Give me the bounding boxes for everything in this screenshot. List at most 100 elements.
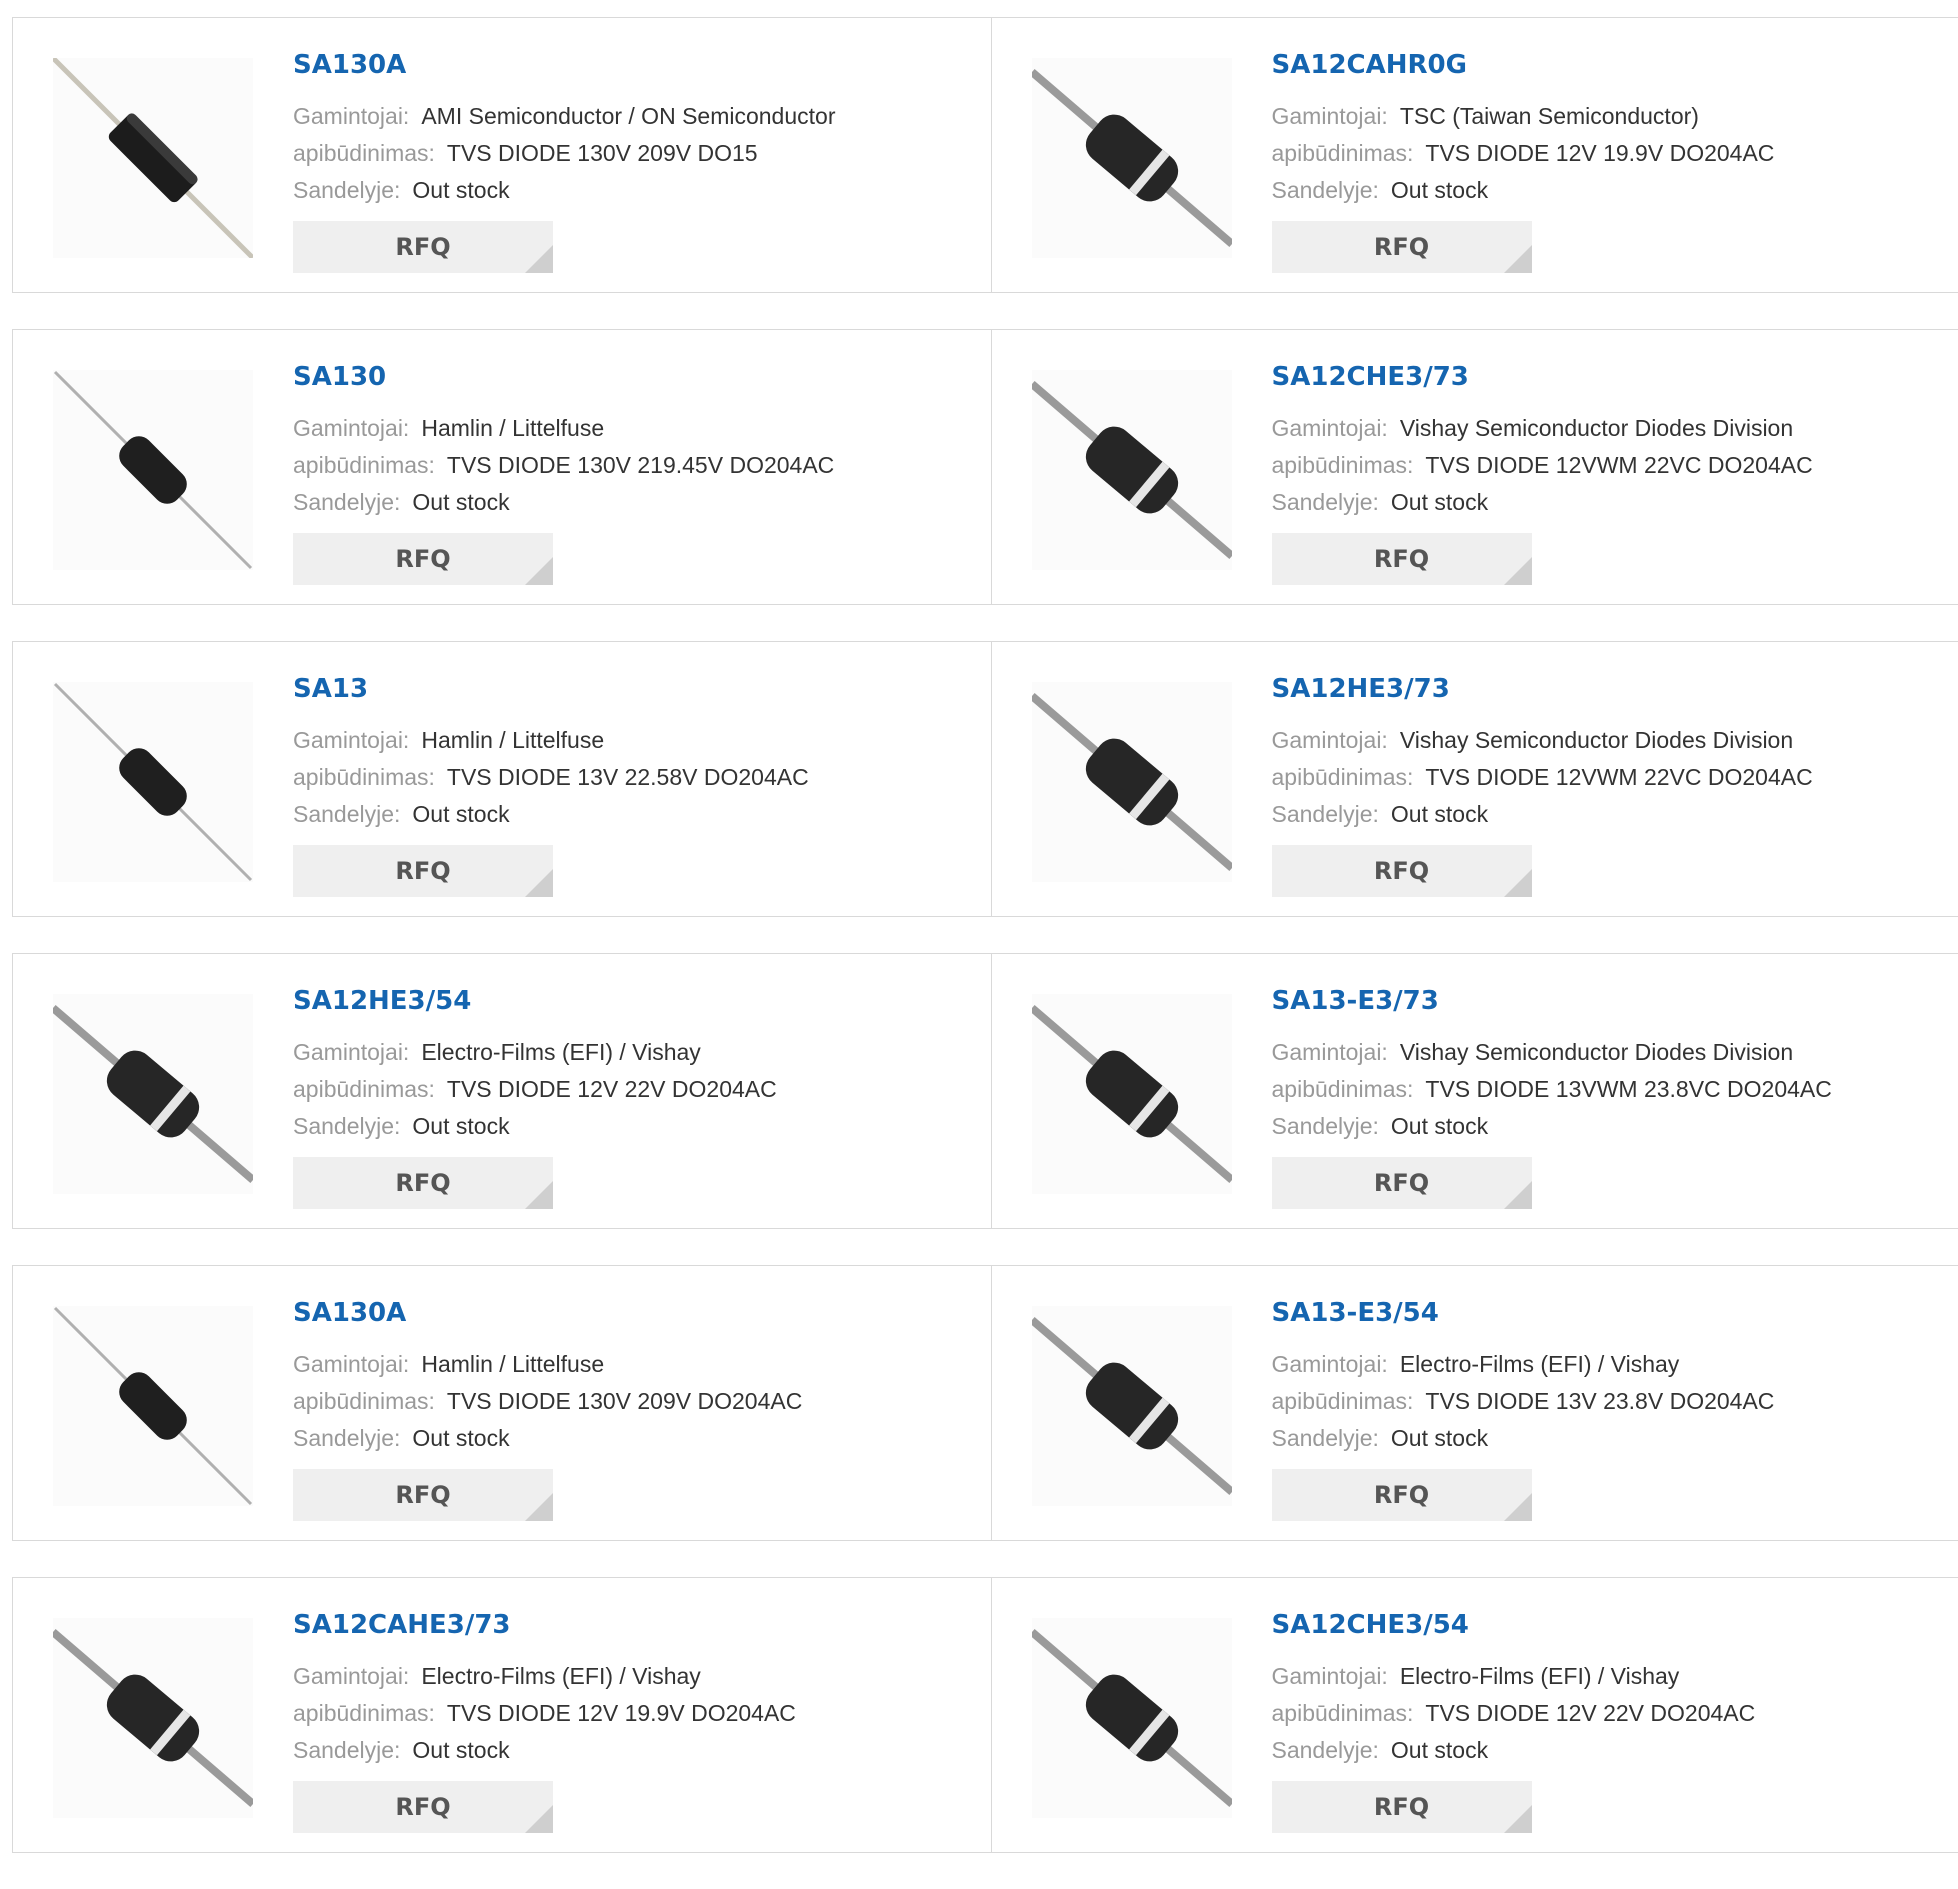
manufacturer-label: Gamintojai:	[1272, 415, 1388, 441]
manufacturer-value: Hamlin / Littelfuse	[421, 415, 604, 441]
part-number-link[interactable]: SA13-E3/54	[1272, 1296, 1775, 1330]
part-number-link[interactable]: SA12HE3/73	[1272, 672, 1813, 706]
manufacturer-value: Vishay Semiconductor Diodes Division	[1400, 1039, 1793, 1065]
rfq-button[interactable]: RFQ	[1272, 845, 1532, 897]
diode-band-icon[interactable]	[1032, 1618, 1232, 1818]
description-label: apibūdinimas:	[1272, 140, 1414, 166]
rfq-button[interactable]: RFQ	[293, 1469, 553, 1521]
diode-thin-icon[interactable]	[53, 370, 253, 570]
rfq-label: RFQ	[395, 1169, 450, 1197]
manufacturer-label: Gamintojai:	[293, 1039, 409, 1065]
description-label: apibūdinimas:	[293, 764, 435, 790]
part-number-link[interactable]: SA130A	[293, 48, 836, 82]
description-value: TVS DIODE 130V 209V DO204AC	[447, 1388, 802, 1414]
rfq-button[interactable]: RFQ	[293, 221, 553, 273]
rfq-button[interactable]: RFQ	[1272, 221, 1532, 273]
rfq-button[interactable]: RFQ	[1272, 1157, 1532, 1209]
description-value: TVS DIODE 12V 19.9V DO204AC	[447, 1700, 796, 1726]
rfq-button[interactable]: RFQ	[293, 1157, 553, 1209]
part-number-link[interactable]: SA12HE3/54	[293, 984, 777, 1018]
part-number-link[interactable]: SA130	[293, 360, 834, 394]
corner-triangle-icon	[525, 1493, 553, 1521]
rfq-button[interactable]: RFQ	[293, 845, 553, 897]
part-number-link[interactable]: SA13-E3/73	[1272, 984, 1832, 1018]
rfq-button[interactable]: RFQ	[293, 533, 553, 585]
description-value: TVS DIODE 13V 22.58V DO204AC	[447, 764, 809, 790]
manufacturer-value: TSC (Taiwan Semiconductor)	[1400, 103, 1699, 129]
description-label: apibūdinimas:	[293, 140, 435, 166]
rfq-label: RFQ	[395, 233, 450, 261]
product-card: SA12CAHR0G Gamintojai: TSC (Taiwan Semico…	[991, 18, 1958, 292]
stock-label: Sandelyje:	[1272, 1425, 1379, 1451]
product-grid: SA130A Gamintojai: AMI Semiconductor / ON…	[12, 17, 1958, 1889]
stock-value: Out stock	[1391, 801, 1488, 827]
stock-label: Sandelyje:	[1272, 1113, 1379, 1139]
diode-black-thin-icon[interactable]	[53, 58, 253, 258]
diode-band-icon[interactable]	[1032, 1306, 1232, 1506]
stock-label: Sandelyje:	[1272, 177, 1379, 203]
manufacturer-label: Gamintojai:	[293, 103, 409, 129]
part-number-link[interactable]: SA12CAHE3/73	[293, 1608, 796, 1642]
manufacturer-value: Hamlin / Littelfuse	[421, 1351, 604, 1377]
manufacturer-label: Gamintojai:	[1272, 1351, 1388, 1377]
manufacturer-value: Electro-Films (EFI) / Vishay	[421, 1039, 700, 1065]
rfq-button[interactable]: RFQ	[1272, 533, 1532, 585]
part-number-link[interactable]: SA130A	[293, 1296, 802, 1330]
manufacturer-value: Hamlin / Littelfuse	[421, 727, 604, 753]
product-card: SA130A Gamintojai: AMI Semiconductor / ON…	[13, 18, 991, 292]
diode-band-icon[interactable]	[1032, 58, 1232, 258]
rfq-button[interactable]: RFQ	[1272, 1469, 1532, 1521]
description-label: apibūdinimas:	[1272, 1388, 1414, 1414]
rfq-label: RFQ	[1374, 1481, 1429, 1509]
part-number-link[interactable]: SA12CHE3/54	[1272, 1608, 1756, 1642]
description-value: TVS DIODE 12VWM 22VC DO204AC	[1425, 764, 1812, 790]
stock-label: Sandelyje:	[293, 1425, 400, 1451]
corner-triangle-icon	[1504, 1805, 1532, 1833]
manufacturer-value: AMI Semiconductor / ON Semiconductor	[421, 103, 835, 129]
diode-thin-icon[interactable]	[53, 682, 253, 882]
diode-band-icon[interactable]	[1032, 370, 1232, 570]
stock-value: Out stock	[1391, 177, 1488, 203]
manufacturer-label: Gamintojai:	[1272, 1663, 1388, 1689]
description-value: TVS DIODE 130V 209V DO15	[447, 140, 758, 166]
part-number-link[interactable]: SA12CHE3/73	[1272, 360, 1813, 394]
description-value: TVS DIODE 12V 22V DO204AC	[1425, 1700, 1755, 1726]
product-row: SA130 Gamintojai:Hamlin / Littelfuse api…	[12, 329, 1958, 605]
rfq-button[interactable]: RFQ	[293, 1781, 553, 1833]
rfq-label: RFQ	[1374, 1793, 1429, 1821]
part-number-link[interactable]: SA12CAHR0G	[1272, 48, 1775, 82]
corner-triangle-icon	[1504, 1181, 1532, 1209]
diode-band-icon[interactable]	[1032, 994, 1232, 1194]
product-card: SA130A Gamintojai:Hamlin / Littelfuse ap…	[13, 1266, 991, 1540]
rfq-button[interactable]: RFQ	[1272, 1781, 1532, 1833]
product-card: SA12HE3/73 Gamintojai:Vishay Semiconduct…	[991, 642, 1958, 916]
description-label: apibūdinimas:	[1272, 764, 1414, 790]
description-value: TVS DIODE 12V 22V DO204AC	[447, 1076, 777, 1102]
diode-band-icon[interactable]	[53, 994, 253, 1194]
manufacturer-label: Gamintojai:	[293, 727, 409, 753]
manufacturer-label: Gamintojai:	[1272, 727, 1388, 753]
rfq-label: RFQ	[1374, 545, 1429, 573]
manufacturer-label: Gamintojai:	[293, 1663, 409, 1689]
rfq-label: RFQ	[1374, 233, 1429, 261]
manufacturer-label: Gamintojai:	[1272, 103, 1388, 129]
stock-value: Out stock	[412, 801, 509, 827]
manufacturer-value: Electro-Films (EFI) / Vishay	[421, 1663, 700, 1689]
product-card: SA12CHE3/54 Gamintojai:Electro-Films (EF…	[991, 1578, 1958, 1852]
description-value: TVS DIODE 13V 23.8V DO204AC	[1425, 1388, 1774, 1414]
product-row: SA130A Gamintojai: AMI Semiconductor / ON…	[12, 17, 1958, 293]
diode-band-icon[interactable]	[53, 1618, 253, 1818]
description-value: TVS DIODE 130V 219.45V DO204AC	[447, 452, 834, 478]
product-row: SA12HE3/54 Gamintojai: Electro-Films (EFI…	[12, 953, 1958, 1229]
product-card: SA12CHE3/73 Gamintojai:Vishay Semiconduc…	[991, 330, 1958, 604]
stock-label: Sandelyje:	[293, 489, 400, 515]
description-label: apibūdinimas:	[1272, 1076, 1414, 1102]
product-card: SA12HE3/54 Gamintojai: Electro-Films (EFI…	[13, 954, 991, 1228]
stock-value: Out stock	[1391, 1425, 1488, 1451]
part-number-link[interactable]: SA13	[293, 672, 809, 706]
diode-thin-icon[interactable]	[53, 1306, 253, 1506]
stock-label: Sandelyje:	[1272, 1737, 1379, 1763]
description-label: apibūdinimas:	[293, 1076, 435, 1102]
stock-value: Out stock	[1391, 1113, 1488, 1139]
diode-band-icon[interactable]	[1032, 682, 1232, 882]
